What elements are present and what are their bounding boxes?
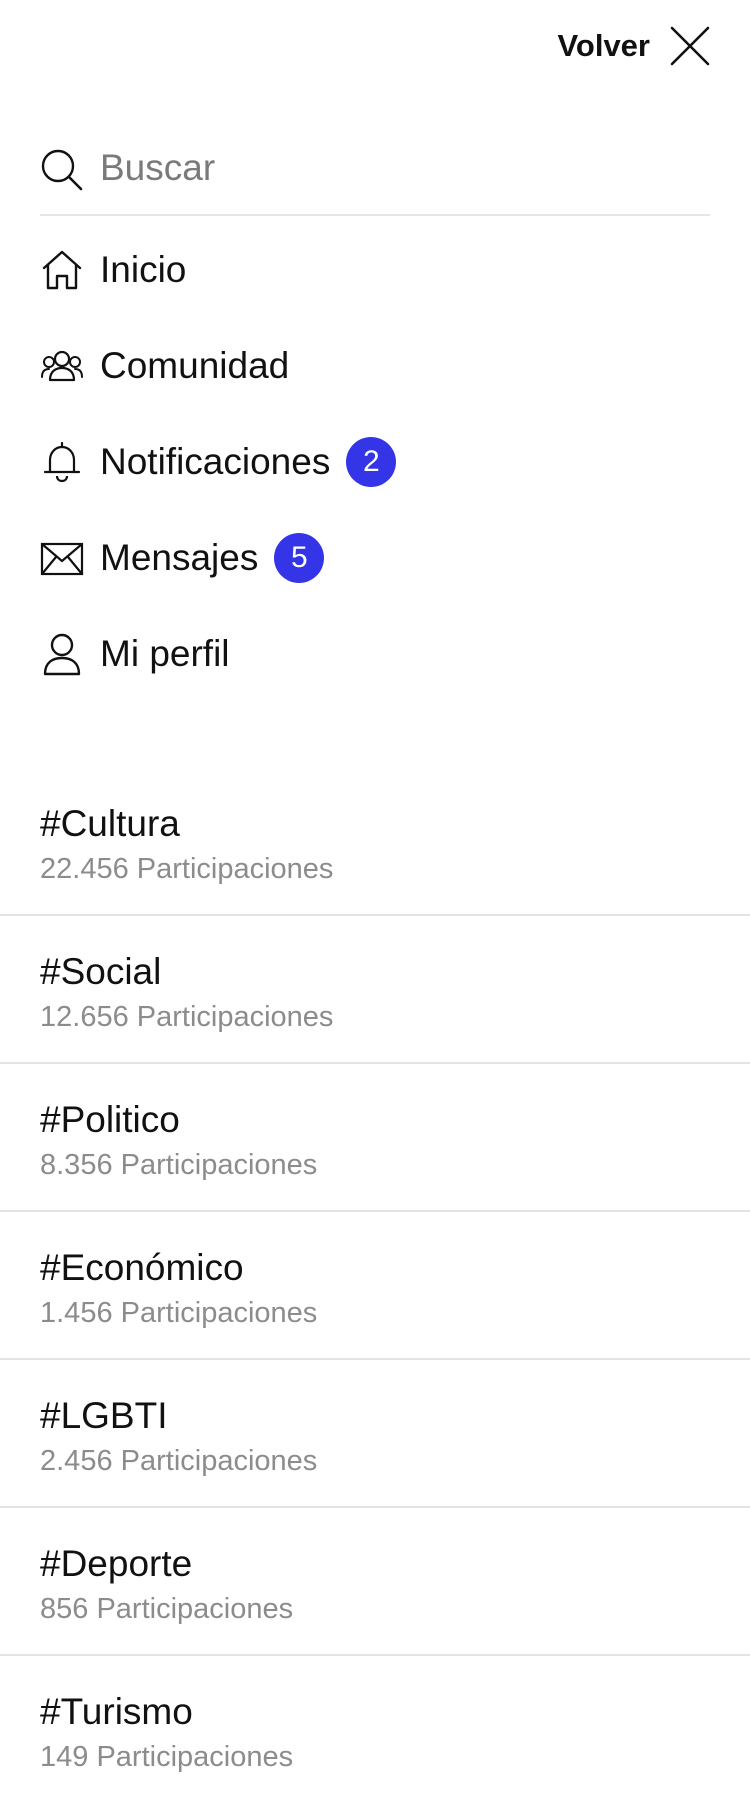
tag-participations: 12.656 Participaciones [40,1001,334,1033]
community-icon [41,350,83,382]
tag-row-social[interactable]: #Social 12.656 Participaciones [0,916,750,1064]
tag-name: #Económico [40,1247,244,1288]
tag-name: #Turismo [40,1691,193,1732]
tag-participations: 856 Participaciones [40,1593,294,1625]
tag-participations: 149 Participaciones [40,1741,294,1773]
notifications-count-badge: 2 [346,437,397,487]
nav-label-mensajes: Mensajes [100,537,259,578]
tag-name: #Social [40,951,162,992]
tag-name: #Deporte [40,1543,193,1584]
tag-row-lgbti[interactable]: #LGBTI 2.456 Participaciones [0,1360,750,1508]
nav-item-mi-perfil[interactable]: Mi perfil [40,606,710,702]
nav-item-inicio[interactable]: Inicio [40,222,710,318]
bell-icon [43,441,81,483]
nav-label-inicio: Inicio [100,249,187,290]
tag-name: #LGBTI [40,1395,168,1436]
messages-count-badge: 5 [274,533,325,583]
tag-name: #Cultura [40,803,180,844]
tag-participations: 22.456 Participaciones [40,853,334,885]
tag-name: #Politico [40,1099,180,1140]
nav-label-comunidad: Comunidad [100,345,290,386]
back-control[interactable]: Volver [558,24,712,68]
nav-label-mi-perfil: Mi perfil [100,633,230,674]
main-nav: Inicio Comunidad Notificaciones 2 Mensaj… [40,222,710,702]
search-bar [40,126,710,216]
tag-row-economico[interactable]: #Económico 1.456 Participaciones [0,1212,750,1360]
nav-item-mensajes[interactable]: Mensajes 5 [40,510,710,606]
search-input[interactable] [100,144,660,192]
tag-row-cultura[interactable]: #Cultura 22.456 Participaciones [0,768,750,916]
tag-row-turismo[interactable]: #Turismo 149 Participaciones [0,1656,750,1804]
tag-row-politico[interactable]: #Politico 8.356 Participaciones [0,1064,750,1212]
tag-participations: 8.356 Participaciones [40,1149,318,1181]
back-label[interactable]: Volver [558,28,650,64]
close-icon[interactable] [668,24,712,68]
nav-item-comunidad[interactable]: Comunidad [40,318,710,414]
mail-icon [40,542,84,576]
search-icon [41,149,83,191]
nav-item-notificaciones[interactable]: Notificaciones 2 [40,414,710,510]
tag-participations: 1.456 Participaciones [40,1297,318,1329]
home-icon [42,250,82,290]
tag-row-deporte[interactable]: #Deporte 856 Participaciones [0,1508,750,1656]
menu-panel: Volver Inicio [0,0,750,1804]
trending-tags-list: #Cultura 22.456 Participaciones #Social … [0,768,750,1804]
user-icon [43,633,81,676]
nav-label-notificaciones: Notificaciones [100,441,331,482]
tag-participations: 2.456 Participaciones [40,1445,318,1477]
